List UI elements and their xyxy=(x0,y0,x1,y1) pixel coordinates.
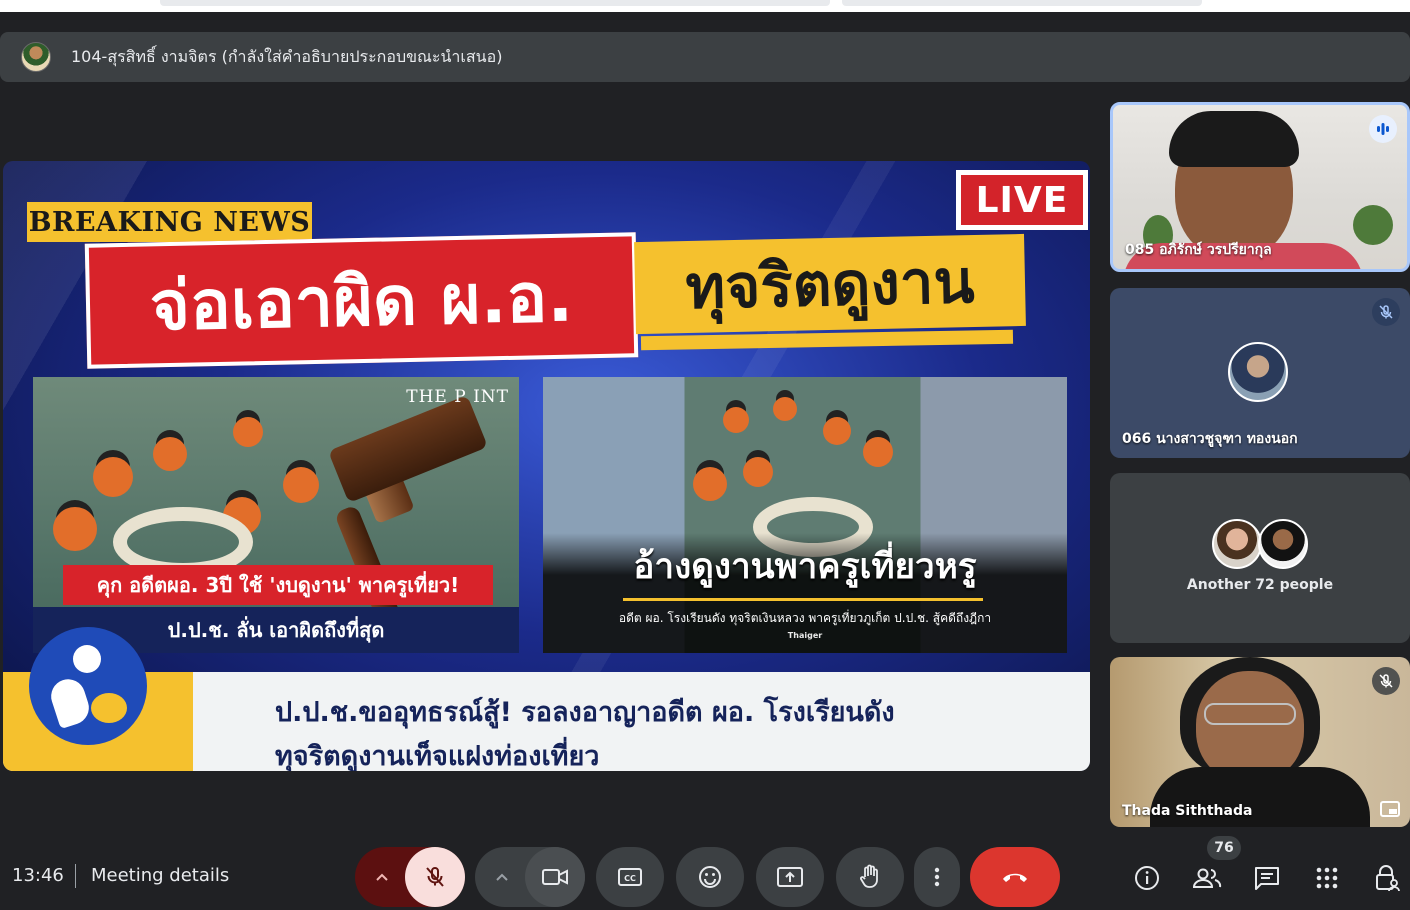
camera-options-button[interactable] xyxy=(489,865,515,889)
swimmer xyxy=(53,507,97,551)
lower-third-line-2: ทุจริตดูงานเท็จแฝงท่องเที่ยว xyxy=(275,741,600,771)
camera-control xyxy=(475,847,585,907)
mic-off-icon xyxy=(426,867,444,887)
browser-tab-strip xyxy=(0,0,1410,12)
participant-name: 066 นางสาวชูจุฑา ทองนอก xyxy=(1122,431,1298,447)
participant-avatar xyxy=(1212,519,1262,569)
channel-logo xyxy=(29,627,147,745)
presenter-banner: 104-สุรสิทธิ์ งามจิตร (กำลังใส่คำอธิบายป… xyxy=(0,32,1410,82)
plant xyxy=(1353,205,1393,245)
swimmer xyxy=(283,467,319,503)
leave-call-button[interactable] xyxy=(970,847,1060,907)
more-vert-icon xyxy=(934,867,940,887)
toolbar-divider xyxy=(75,864,76,888)
present-screen-icon xyxy=(777,867,803,887)
raise-hand-button[interactable] xyxy=(836,847,904,907)
chat-button[interactable] xyxy=(1247,858,1287,898)
headline-red: จ่อเอาผิด ผ.อ. xyxy=(84,232,639,369)
closed-captions-icon: CC xyxy=(618,868,642,886)
browser-tab[interactable] xyxy=(842,0,1202,6)
thaiger-source: Thaiger xyxy=(787,631,823,640)
microphone-control xyxy=(355,847,465,907)
people-icon xyxy=(1192,868,1222,888)
participant-name: Thada Siththada xyxy=(1122,803,1253,819)
participant-group-tile[interactable]: Another 72 people xyxy=(1110,473,1410,643)
chat-icon xyxy=(1255,867,1279,890)
microphone-off-button[interactable] xyxy=(405,847,465,907)
left-caption-red: คุก อดีตผอ. 3ปี ใช้ 'งบดูงาน' พาครูเที่ย… xyxy=(63,565,493,605)
swimmer xyxy=(93,457,133,497)
logo-arc-yellow xyxy=(91,693,127,723)
swimmer xyxy=(693,467,727,501)
gavel-head xyxy=(327,394,489,504)
participant-tile-speaking[interactable]: 085 อภิรักษ์ วรปรียากุล xyxy=(1110,102,1410,272)
browser-tab[interactable] xyxy=(160,0,830,6)
presenter-avatar xyxy=(21,42,51,72)
people-count-badge: 76 xyxy=(1207,836,1241,860)
chevron-up-icon xyxy=(496,873,508,881)
logo-arc-white xyxy=(46,674,94,730)
swimmer xyxy=(743,457,773,487)
activities-button[interactable] xyxy=(1307,858,1347,898)
caption-rule xyxy=(623,598,983,601)
swimmer xyxy=(153,437,187,471)
participant-avatar xyxy=(1258,519,1308,569)
camera-button[interactable] xyxy=(525,847,585,907)
info-icon xyxy=(1135,866,1159,890)
mic-off-icon xyxy=(1379,674,1393,688)
swimmer xyxy=(823,417,851,445)
other-participants-label: Another 72 people xyxy=(1186,577,1334,593)
swimmer xyxy=(773,397,797,421)
picture-in-picture-icon[interactable] xyxy=(1380,801,1400,817)
right-caption-big: อ้างดูงานพาครูเที่ยวหรู xyxy=(633,547,977,587)
news-photo-right: อ้างดูงานพาครูเที่ยวหรู อดีต ผอ. โรงเรีย… xyxy=(543,377,1067,653)
mic-options-button[interactable] xyxy=(369,865,395,889)
video-camera-icon xyxy=(542,869,568,885)
emoji-icon xyxy=(699,866,721,888)
captions-button[interactable]: CC xyxy=(596,847,664,907)
people-button[interactable] xyxy=(1187,858,1227,898)
participant-hair xyxy=(1169,111,1299,167)
logo-dot xyxy=(73,645,101,673)
participant-glasses xyxy=(1204,703,1296,725)
svg-text:CC: CC xyxy=(624,874,636,883)
present-screen-button[interactable] xyxy=(756,847,824,907)
host-controls-button[interactable] xyxy=(1367,858,1407,898)
swimmer xyxy=(233,417,263,447)
participant-avatar xyxy=(1228,342,1288,402)
reactions-button[interactable] xyxy=(676,847,744,907)
mic-off-icon xyxy=(1379,305,1393,319)
right-caption-small: อดีต ผอ. โรงเรียนดัง ทุจริตเงินหลวง พาคร… xyxy=(618,611,992,625)
speaking-indicator-icon xyxy=(1369,115,1397,143)
more-options-button[interactable] xyxy=(914,847,960,907)
meeting-clock: 13:46 xyxy=(12,865,64,886)
chevron-up-icon xyxy=(376,873,388,881)
news-photo-left: THE P INT คุก อดีตผอ. 3ปี ใช้ 'งบดูงาน' … xyxy=(33,377,519,653)
meeting-info-button[interactable] xyxy=(1127,858,1167,898)
participant-tile[interactable]: Thada Siththada xyxy=(1110,657,1410,827)
live-label: LIVE xyxy=(961,175,1083,225)
meeting-details-button[interactable]: Meeting details xyxy=(91,865,229,886)
breaking-news-label: BREAKING NEWS xyxy=(27,202,312,242)
swimmer xyxy=(723,407,749,433)
presenter-name: 104-สุรสิทธิ์ งามจิตร (กำลังใส่คำอธิบายป… xyxy=(71,46,503,66)
shared-screen: BREAKING NEWS LIVE จ่อเอาผิด ผ.อ. ทุจริต… xyxy=(3,161,1090,771)
lower-third-line-1: ป.ป.ช.ขออุทธรณ์สู้! รอลงอาญาอดีต ผอ. โรง… xyxy=(275,697,895,728)
apps-grid-icon xyxy=(1316,867,1338,889)
audio-bars-icon xyxy=(1377,123,1389,135)
mic-muted-icon xyxy=(1372,667,1400,695)
the-point-watermark: THE P INT xyxy=(406,387,509,407)
hang-up-icon xyxy=(1003,873,1027,882)
live-badge: LIVE xyxy=(956,170,1088,230)
participant-tile[interactable]: 066 นางสาวชูจุฑา ทองนอก xyxy=(1110,288,1410,458)
mic-muted-icon xyxy=(1372,298,1400,326)
headline-yellow: ทุจริตดูงาน xyxy=(634,233,1026,335)
participant-name: 085 อภิรักษ์ วรปรียากุล xyxy=(1125,242,1272,258)
hand-icon xyxy=(860,864,878,888)
lock-person-icon xyxy=(1376,865,1400,892)
swimmer xyxy=(863,437,893,467)
